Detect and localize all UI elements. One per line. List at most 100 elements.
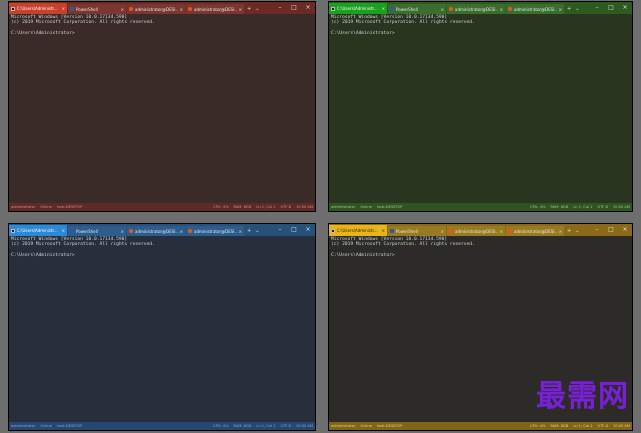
status-item: 10:00 AM xyxy=(295,205,313,209)
tab[interactable]: administrator@DESI... × xyxy=(127,226,185,236)
watermark-logo: 最需网 xyxy=(536,379,629,414)
tab-label: administrator@DESI... xyxy=(194,228,237,234)
status-left: administrator Online host:DESKTOP xyxy=(11,205,82,209)
tab[interactable]: C:\Users\Administr... × xyxy=(9,225,67,236)
tab[interactable]: administrator@DESI... × xyxy=(447,4,505,14)
title-bar[interactable]: C:\Users\Administr... × PowerShell × adm… xyxy=(329,224,632,236)
tab-close-icon[interactable]: × xyxy=(62,228,65,233)
cmd-icon xyxy=(11,228,15,233)
tab-close-icon[interactable]: × xyxy=(121,7,124,12)
new-tab-button[interactable]: + xyxy=(245,226,253,236)
tab-close-icon[interactable]: × xyxy=(239,7,242,12)
powershell-icon xyxy=(70,229,74,233)
close-button[interactable]: × xyxy=(618,2,632,14)
tab[interactable]: administrator@DESI... × xyxy=(127,4,185,14)
status-bar: administrator Online host:DESKTOP CPU: 4% R… xyxy=(329,203,632,211)
terminal-output[interactable]: Microsoft Windows [Version 10.0.17134.59… xyxy=(329,14,632,203)
chevron-down-icon[interactable]: ⌄ xyxy=(573,4,581,14)
tab-close-icon[interactable]: × xyxy=(180,7,183,12)
tab-label: C:\Users\Administr... xyxy=(17,6,58,11)
tab-label: administrator@DESI... xyxy=(455,228,498,234)
maximize-button[interactable]: □ xyxy=(287,224,301,236)
tab[interactable]: administrator@DESI... × xyxy=(506,226,564,236)
status-left: administrator Online host:DESKTOP xyxy=(331,424,402,428)
minimize-button[interactable]: – xyxy=(273,2,287,14)
terminal-output[interactable]: Microsoft Windows [Version 10.0.17134.59… xyxy=(9,14,315,203)
tab-label: administrator@DESI... xyxy=(514,228,557,234)
status-bar: administrator Online host:DESKTOP CPU: 4% R… xyxy=(9,422,315,430)
status-left: administrator Online host:DESKTOP xyxy=(331,205,402,209)
tab-close-icon[interactable]: × xyxy=(500,7,503,12)
status-item: administrator xyxy=(11,424,36,428)
tab-label: C:\Users\Administr... xyxy=(337,6,378,11)
title-bar[interactable]: C:\Users\Administr... × PowerShell × adm… xyxy=(9,2,315,14)
tab-close-icon[interactable]: × xyxy=(559,7,562,12)
tab-close-icon[interactable]: × xyxy=(559,229,562,234)
tab-close-icon[interactable]: × xyxy=(441,229,444,234)
status-item: 10:00 AM xyxy=(612,424,630,428)
chevron-down-icon[interactable]: ⌄ xyxy=(253,4,261,14)
status-item: CPU: 4% xyxy=(530,424,546,428)
tab-close-icon[interactable]: × xyxy=(239,229,242,234)
tab[interactable]: PowerShell × xyxy=(388,4,446,14)
status-item: Online xyxy=(360,205,372,209)
tab[interactable]: C:\Users\Administr... × xyxy=(9,3,67,14)
maximize-button[interactable]: □ xyxy=(604,2,618,14)
cmd-icon xyxy=(11,6,15,11)
new-tab-button[interactable]: + xyxy=(565,4,573,14)
close-button[interactable]: × xyxy=(618,224,632,236)
tab-label: administrator@DESI... xyxy=(194,6,237,12)
close-button[interactable]: × xyxy=(301,224,315,236)
status-bar: administrator Online host:DESKTOP CPU: 4% R… xyxy=(9,203,315,211)
title-bar[interactable]: C:\Users\Administr... × PowerShell × adm… xyxy=(329,2,632,14)
tab-close-icon[interactable]: × xyxy=(500,229,503,234)
terminal-output[interactable]: Microsoft Windows [Version 10.0.17134.59… xyxy=(9,236,315,422)
status-item: Ln 1, Col 1 xyxy=(573,205,593,209)
ubuntu-icon xyxy=(188,7,192,11)
status-item: 10:00 AM xyxy=(295,424,313,428)
tab-label: administrator@DESI... xyxy=(135,6,178,12)
chevron-down-icon[interactable]: ⌄ xyxy=(573,226,581,236)
tab-close-icon[interactable]: × xyxy=(382,6,385,11)
status-item: UTF-8 xyxy=(280,424,291,428)
status-right: CPU: 4% RAM: 8GB Ln 1, Col 1 UTF-8 10:00 AM xyxy=(213,205,313,209)
minimize-button[interactable]: – xyxy=(590,2,604,14)
tab-close-icon[interactable]: × xyxy=(121,229,124,234)
tab-strip: C:\Users\Administr... × PowerShell × adm… xyxy=(329,2,590,14)
tab[interactable]: administrator@DESI... × xyxy=(186,226,244,236)
tab-label: PowerShell xyxy=(396,228,418,234)
maximize-button[interactable]: □ xyxy=(287,2,301,14)
chevron-down-icon[interactable]: ⌄ xyxy=(253,226,261,236)
tab-close-icon[interactable]: × xyxy=(441,7,444,12)
tab-label: C:\Users\Administr... xyxy=(337,228,378,233)
status-item: RAM: 8GB xyxy=(233,424,252,428)
tab[interactable]: PowerShell × xyxy=(68,226,126,236)
tab[interactable]: C:\Users\Administr... × xyxy=(329,3,387,14)
tab[interactable]: PowerShell × xyxy=(388,226,446,236)
new-tab-button[interactable]: + xyxy=(245,4,253,14)
tab-close-icon[interactable]: × xyxy=(382,228,385,233)
status-item: RAM: 8GB xyxy=(550,205,569,209)
tab[interactable]: PowerShell × xyxy=(68,4,126,14)
tab-close-icon[interactable]: × xyxy=(62,6,65,11)
terminal-window-red: C:\Users\Administr... × PowerShell × adm… xyxy=(8,1,316,212)
tab[interactable]: administrator@DESI... × xyxy=(447,226,505,236)
maximize-button[interactable]: □ xyxy=(604,224,618,236)
close-button[interactable]: × xyxy=(301,2,315,14)
tab[interactable]: C:\Users\Administr... × xyxy=(329,225,387,236)
tab-label: administrator@DESI... xyxy=(455,6,498,12)
minimize-button[interactable]: – xyxy=(273,224,287,236)
tab-close-icon[interactable]: × xyxy=(180,229,183,234)
command-prompt: C:\Users\Administrator> xyxy=(11,252,75,258)
title-bar[interactable]: C:\Users\Administr... × PowerShell × adm… xyxy=(9,224,315,236)
command-prompt: C:\Users\Administrator> xyxy=(331,30,395,36)
ubuntu-icon xyxy=(449,7,453,11)
new-tab-button[interactable]: + xyxy=(565,226,573,236)
caption-buttons: – □ × xyxy=(590,224,632,236)
tab[interactable]: administrator@DESI... × xyxy=(506,4,564,14)
minimize-button[interactable]: – xyxy=(590,224,604,236)
status-bar: administrator Online host:DESKTOP CPU: 4% R… xyxy=(329,422,632,430)
status-item: RAM: 8GB xyxy=(550,424,569,428)
status-item: host:DESKTOP xyxy=(56,424,83,428)
tab[interactable]: administrator@DESI... × xyxy=(186,4,244,14)
